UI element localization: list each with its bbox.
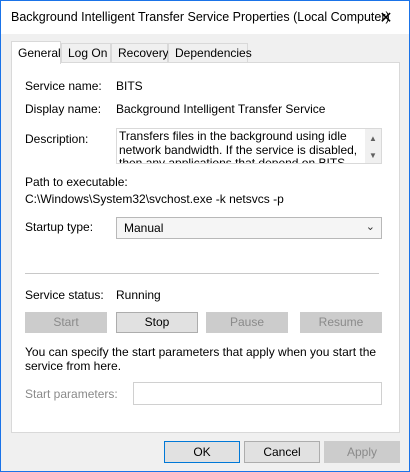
- service-name-label: Service name:: [25, 79, 102, 93]
- properties-window: Background Intelligent Transfer Service …: [0, 0, 410, 472]
- tab-general[interactable]: General: [11, 41, 61, 64]
- path-label: Path to executable:: [25, 175, 128, 189]
- stop-button[interactable]: Stop: [116, 312, 198, 333]
- start-params-label: Start parameters:: [25, 387, 118, 401]
- window-title: Background Intelligent Transfer Service …: [11, 10, 390, 24]
- scroll-down-icon[interactable]: ▼: [365, 148, 381, 162]
- start-params-hint: You can specify the start parameters tha…: [25, 345, 377, 373]
- tab-log-on[interactable]: Log On: [61, 43, 111, 63]
- startup-type-value: Manual: [124, 221, 164, 235]
- resume-button[interactable]: Resume: [300, 312, 382, 333]
- pause-button[interactable]: Pause: [206, 312, 288, 333]
- scroll-up-icon[interactable]: ▲: [365, 131, 381, 145]
- display-name-value: Background Intelligent Transfer Service: [116, 102, 326, 116]
- start-params-input[interactable]: [133, 382, 382, 405]
- start-button[interactable]: Start: [25, 312, 107, 333]
- divider: [25, 273, 379, 274]
- description-box[interactable]: Transfers files in the background using …: [116, 128, 382, 164]
- tab-recovery[interactable]: Recovery: [111, 43, 169, 63]
- service-status-value: Running: [116, 288, 161, 302]
- cancel-button[interactable]: Cancel: [244, 441, 320, 463]
- service-name-value: BITS: [116, 79, 143, 93]
- path-value: C:\Windows\System32\svchost.exe -k netsv…: [25, 192, 284, 206]
- description-label: Description:: [25, 132, 89, 146]
- tab-dependencies[interactable]: Dependencies: [168, 43, 252, 63]
- close-icon: ✕: [379, 9, 393, 27]
- startup-type-select[interactable]: Manual ⌄: [116, 217, 382, 239]
- chevron-down-icon: ⌄: [365, 221, 375, 233]
- close-button[interactable]: ✕: [363, 1, 409, 34]
- display-name-label: Display name:: [25, 102, 102, 116]
- description-scrollbar[interactable]: ▲ ▼: [365, 129, 381, 163]
- startup-type-label: Startup type:: [25, 220, 94, 234]
- title-bar: Background Intelligent Transfer Service …: [1, 1, 409, 34]
- apply-button[interactable]: Apply: [324, 441, 400, 463]
- ok-button[interactable]: OK: [164, 441, 240, 463]
- description-text: Transfers files in the background using …: [119, 129, 358, 164]
- general-panel: Service name: BITS Display name: Backgro…: [11, 62, 400, 433]
- service-status-label: Service status:: [25, 288, 104, 302]
